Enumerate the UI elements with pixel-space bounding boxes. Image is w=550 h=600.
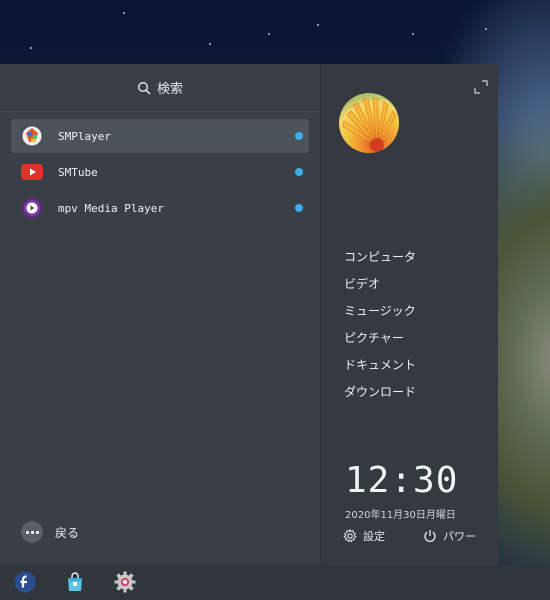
new-app-indicator bbox=[295, 132, 303, 140]
app-list: SMPlayer SMTube mpv Media Player bbox=[11, 119, 309, 227]
star bbox=[317, 24, 319, 26]
menu-right-pane: コンピュータ ビデオ ミュージック ピクチャー ドキュメント ダウンロード 12… bbox=[320, 64, 498, 565]
clock-time: 12:30 bbox=[345, 460, 459, 501]
taskbar bbox=[0, 565, 550, 600]
new-app-indicator bbox=[295, 204, 303, 212]
fedora-icon[interactable] bbox=[14, 571, 36, 593]
settings-label: 設定 bbox=[363, 530, 385, 543]
smtube-icon bbox=[21, 164, 43, 180]
gear-icon bbox=[343, 529, 357, 543]
settings-gear-icon[interactable] bbox=[114, 571, 136, 593]
menu-left-pane: 検索 SMPlayer SMTube mpv Media Player 戻る bbox=[0, 64, 320, 565]
mpv-icon bbox=[21, 197, 43, 219]
places-list: コンピュータ ビデオ ミュージック ピクチャー ドキュメント ダウンロード bbox=[344, 244, 416, 406]
app-item-smtube[interactable]: SMTube bbox=[11, 155, 309, 189]
new-app-indicator bbox=[295, 168, 303, 176]
app-label: mpv Media Player bbox=[58, 201, 164, 215]
clock-date: 2020年11月30日月曜日 bbox=[345, 510, 456, 521]
flower-image bbox=[342, 97, 397, 152]
place-item-computer[interactable]: コンピュータ bbox=[344, 244, 416, 271]
place-item-downloads[interactable]: ダウンロード bbox=[344, 379, 416, 406]
search-icon bbox=[137, 81, 151, 95]
star bbox=[412, 33, 414, 35]
app-item-smplayer[interactable]: SMPlayer bbox=[11, 119, 309, 153]
star bbox=[485, 28, 487, 30]
star bbox=[30, 47, 32, 49]
app-label: SMPlayer bbox=[58, 129, 111, 143]
user-avatar[interactable] bbox=[339, 93, 399, 153]
star bbox=[123, 12, 125, 14]
power-button[interactable]: パワー bbox=[423, 528, 476, 544]
settings-button[interactable]: 設定 bbox=[343, 528, 385, 544]
search-field[interactable]: 検索 bbox=[0, 64, 320, 112]
place-item-music[interactable]: ミュージック bbox=[344, 298, 416, 325]
app-label: SMTube bbox=[58, 165, 98, 179]
search-label: 検索 bbox=[156, 82, 183, 97]
more-dots-icon bbox=[21, 521, 43, 543]
place-item-documents[interactable]: ドキュメント bbox=[344, 352, 416, 379]
back-button[interactable]: 戻る bbox=[21, 521, 79, 543]
expand-icon[interactable] bbox=[474, 80, 488, 94]
star bbox=[209, 43, 211, 45]
back-label: 戻る bbox=[55, 525, 80, 540]
store-icon[interactable] bbox=[64, 571, 86, 593]
power-icon bbox=[424, 530, 436, 542]
star bbox=[268, 33, 270, 35]
smplayer-icon bbox=[22, 126, 42, 146]
app-item-mpv[interactable]: mpv Media Player bbox=[11, 191, 309, 225]
place-item-videos[interactable]: ビデオ bbox=[344, 271, 416, 298]
power-label: パワー bbox=[443, 530, 476, 543]
application-menu: 検索 SMPlayer SMTube mpv Media Player 戻る コ… bbox=[0, 64, 498, 565]
place-item-pictures[interactable]: ピクチャー bbox=[344, 325, 416, 352]
